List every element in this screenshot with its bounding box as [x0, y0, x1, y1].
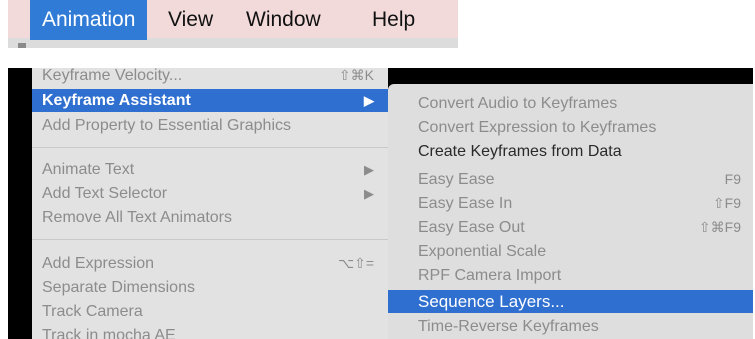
menu-item-animate-text[interactable]: Animate Text ▶ [32, 158, 388, 181]
menu-item-label: Remove All Text Animators [42, 209, 233, 226]
menu-item-label: RPF Camera Import [418, 267, 562, 284]
menu-view[interactable]: View [168, 0, 213, 40]
submenu-item-easy-ease-in[interactable]: Easy Ease In ⇧F9 [388, 192, 753, 215]
submenu-arrow-icon: ▶ [364, 93, 374, 108]
menu-item-label: Convert Expression to Keyframes [418, 119, 657, 136]
submenu-item-sequence-layers[interactable]: Sequence Layers... [388, 290, 753, 313]
menu-item-track-in-mocha-ae[interactable]: Track in mocha AE [32, 324, 388, 339]
menu-animation[interactable]: Animation [30, 0, 148, 40]
menu-item-keyframe-velocity[interactable]: Keyframe Velocity... ⇧⌘K [32, 68, 388, 87]
menu-item-track-camera[interactable]: Track Camera [32, 300, 388, 323]
submenu-item-create-keyframes-from-data[interactable]: Create Keyframes from Data [388, 140, 753, 163]
menu-window[interactable]: Window [246, 0, 321, 40]
menu-item-label: Separate Dimensions [42, 279, 195, 296]
shortcut-label: ⇧⌘F9 [698, 219, 741, 235]
menu-item-label: Add Expression [42, 255, 155, 272]
shortcut-label: F9 [724, 171, 741, 187]
menu-item-add-expression[interactable]: Add Expression ⌥⇧= [32, 252, 388, 275]
menu-item-label: Animate Text [42, 161, 135, 178]
submenu-item-rpf-camera-import[interactable]: RPF Camera Import [388, 264, 753, 287]
menu-item-label: Easy Ease In [418, 195, 513, 212]
menu-bar-marker [18, 43, 26, 48]
menu-item-label: Easy Ease Out [418, 219, 525, 236]
menu-item-label: Create Keyframes from Data [418, 143, 622, 160]
menu-item-label: Convert Audio to Keyframes [418, 95, 618, 112]
menu-help[interactable]: Help [372, 0, 415, 40]
submenu-item-convert-expression[interactable]: Convert Expression to Keyframes [388, 116, 753, 139]
shortcut-label: ⇧⌘K [338, 68, 374, 83]
shortcut-label: ⌥⇧= [337, 255, 374, 271]
submenu-item-exponential-scale[interactable]: Exponential Scale [388, 240, 753, 263]
menu-separator [32, 239, 388, 240]
menu-item-remove-all-text-animators[interactable]: Remove All Text Animators [32, 206, 388, 229]
menu-item-label: Exponential Scale [418, 243, 547, 260]
menu-item-label: Sequence Layers... [418, 292, 565, 311]
menu-item-label: Add Property to Essential Graphics [42, 117, 292, 134]
menu-item-label: Keyframe Assistant [42, 92, 191, 109]
menu-separator [32, 147, 388, 148]
submenu-item-easy-ease[interactable]: Easy Ease F9 [388, 168, 753, 191]
menu-item-label: Track in mocha AE [42, 327, 176, 339]
animation-menu: Keyframe Velocity... ⇧⌘K Keyframe Assist… [32, 68, 388, 339]
menu-item-add-property-essential-graphics[interactable]: Add Property to Essential Graphics [32, 114, 388, 137]
shortcut-label: ⇧F9 [712, 195, 741, 211]
keyframe-assistant-submenu: Convert Audio to Keyframes Convert Expre… [388, 84, 753, 339]
menu-item-label: Time-Reverse Keyframes [418, 318, 599, 335]
menu-item-label: Track Camera [42, 303, 143, 320]
menu-item-separate-dimensions[interactable]: Separate Dimensions [32, 276, 388, 299]
submenu-item-time-reverse-keyframes[interactable]: Time-Reverse Keyframes [388, 315, 753, 338]
submenu-arrow-icon: ▶ [364, 162, 374, 177]
menu-bar: Animation View Window Help [8, 0, 458, 48]
menu-item-add-text-selector[interactable]: Add Text Selector ▶ [32, 182, 388, 205]
menu-item-label: Easy Ease [418, 171, 495, 188]
menu-item-label: Add Text Selector [42, 185, 168, 202]
menu-item-label: Keyframe Velocity... [42, 68, 183, 84]
submenu-item-convert-audio[interactable]: Convert Audio to Keyframes [388, 92, 753, 115]
menu-item-keyframe-assistant[interactable]: Keyframe Assistant ▶ [32, 89, 388, 112]
submenu-item-easy-ease-out[interactable]: Easy Ease Out ⇧⌘F9 [388, 216, 753, 239]
submenu-arrow-icon: ▶ [364, 186, 374, 201]
